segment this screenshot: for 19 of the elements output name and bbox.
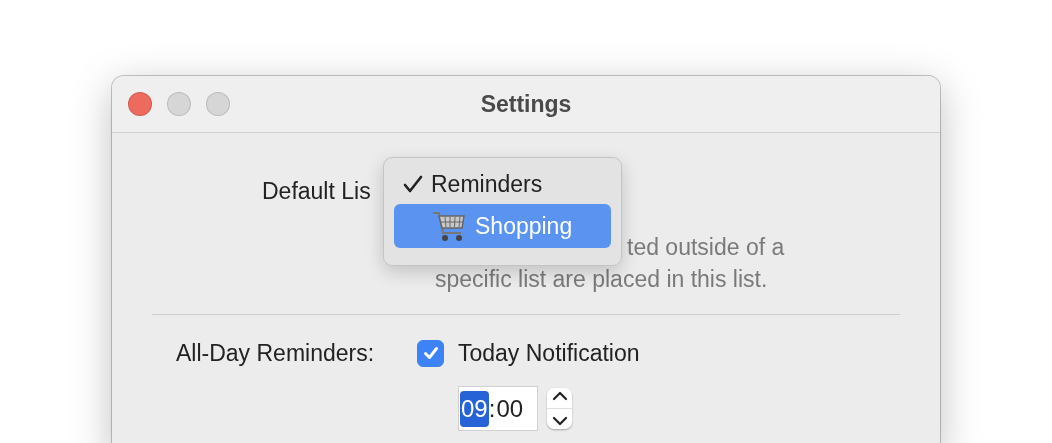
checkmark-icon [403, 174, 423, 194]
time-field[interactable]: 09:00 [458, 386, 538, 431]
description-text: ted outside of a [627, 233, 785, 262]
time-separator: : [488, 394, 496, 423]
window-title: Settings [480, 90, 572, 118]
chevron-up-icon [551, 391, 568, 402]
chevron-down-icon [551, 415, 568, 426]
default-list-label: Default Lis [262, 177, 371, 205]
checkbox-label: Today Notification [458, 339, 640, 367]
close-button[interactable] [128, 92, 152, 116]
minute-segment[interactable]: 00 [495, 390, 525, 427]
all-day-label: All-Day Reminders: [176, 339, 376, 367]
checkbox[interactable] [417, 339, 444, 367]
hour-segment[interactable]: 09 [460, 390, 489, 427]
description-text: specific list are placed in this list. [435, 265, 768, 294]
time-stepper[interactable] [547, 388, 572, 429]
menu-item[interactable]: Reminders [394, 168, 611, 200]
shopping-cart-icon [431, 209, 467, 243]
checkmark-icon [421, 344, 440, 362]
